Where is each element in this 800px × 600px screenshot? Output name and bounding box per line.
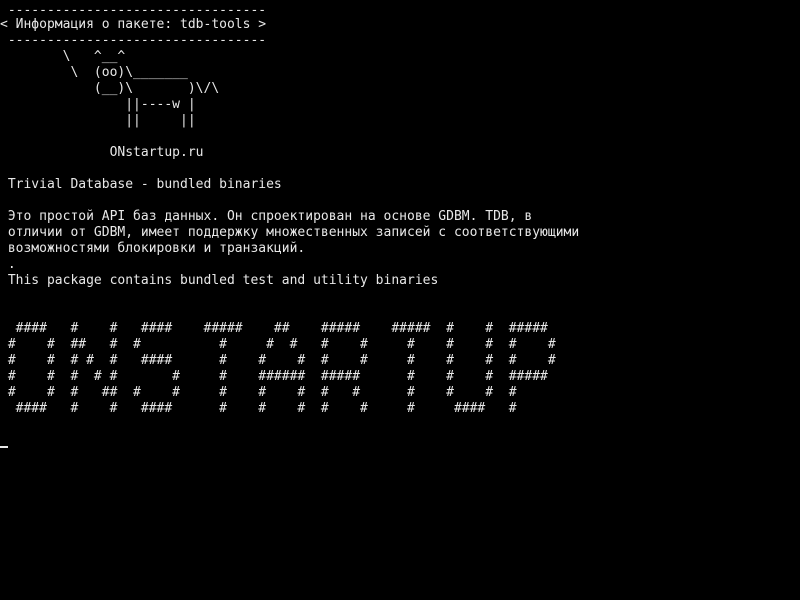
site-name: ONstartup.ru — [0, 145, 204, 160]
cow-line: \ (oo)\_______ — [0, 65, 188, 80]
package-title: Trivial Database - bundled binaries — [0, 177, 282, 192]
description-line: отличии от GDBM, имеет поддержку множест… — [0, 225, 580, 240]
description-line: Это простой API баз данных. Он спроектир… — [0, 209, 533, 224]
ascii-art-line: # # # ## # # # # # # # # # # # — [0, 385, 517, 400]
banner-title: < Информация о пакете: tdb-tools > — [0, 17, 267, 32]
cow-line: ||----w | — [0, 97, 196, 112]
ascii-art-line: #### # # #### # # # # # # #### # — [0, 401, 517, 416]
text-cursor — [0, 446, 8, 448]
description-line: This package contains bundled test and u… — [0, 273, 439, 288]
cow-line: (__)\ )\/\ — [0, 81, 220, 96]
description-line: . — [0, 257, 16, 272]
ascii-art-line: # # # # # # # ###### ##### # # # ##### — [0, 369, 548, 384]
ascii-art-line: # # # # # #### # # # # # # # # # # — [0, 353, 556, 368]
cow-line: || || — [0, 113, 196, 128]
cow-line: \ ^__^ — [0, 49, 126, 64]
banner-bottom-border: --------------------------------- — [0, 33, 267, 48]
ascii-art-line: # # ## # # # # # # # # # # # # — [0, 337, 556, 352]
ascii-art-line: #### # # #### ##### ## ##### ##### # # #… — [0, 321, 548, 336]
description-line: возможностями блокировки и транзакций. — [0, 241, 306, 256]
